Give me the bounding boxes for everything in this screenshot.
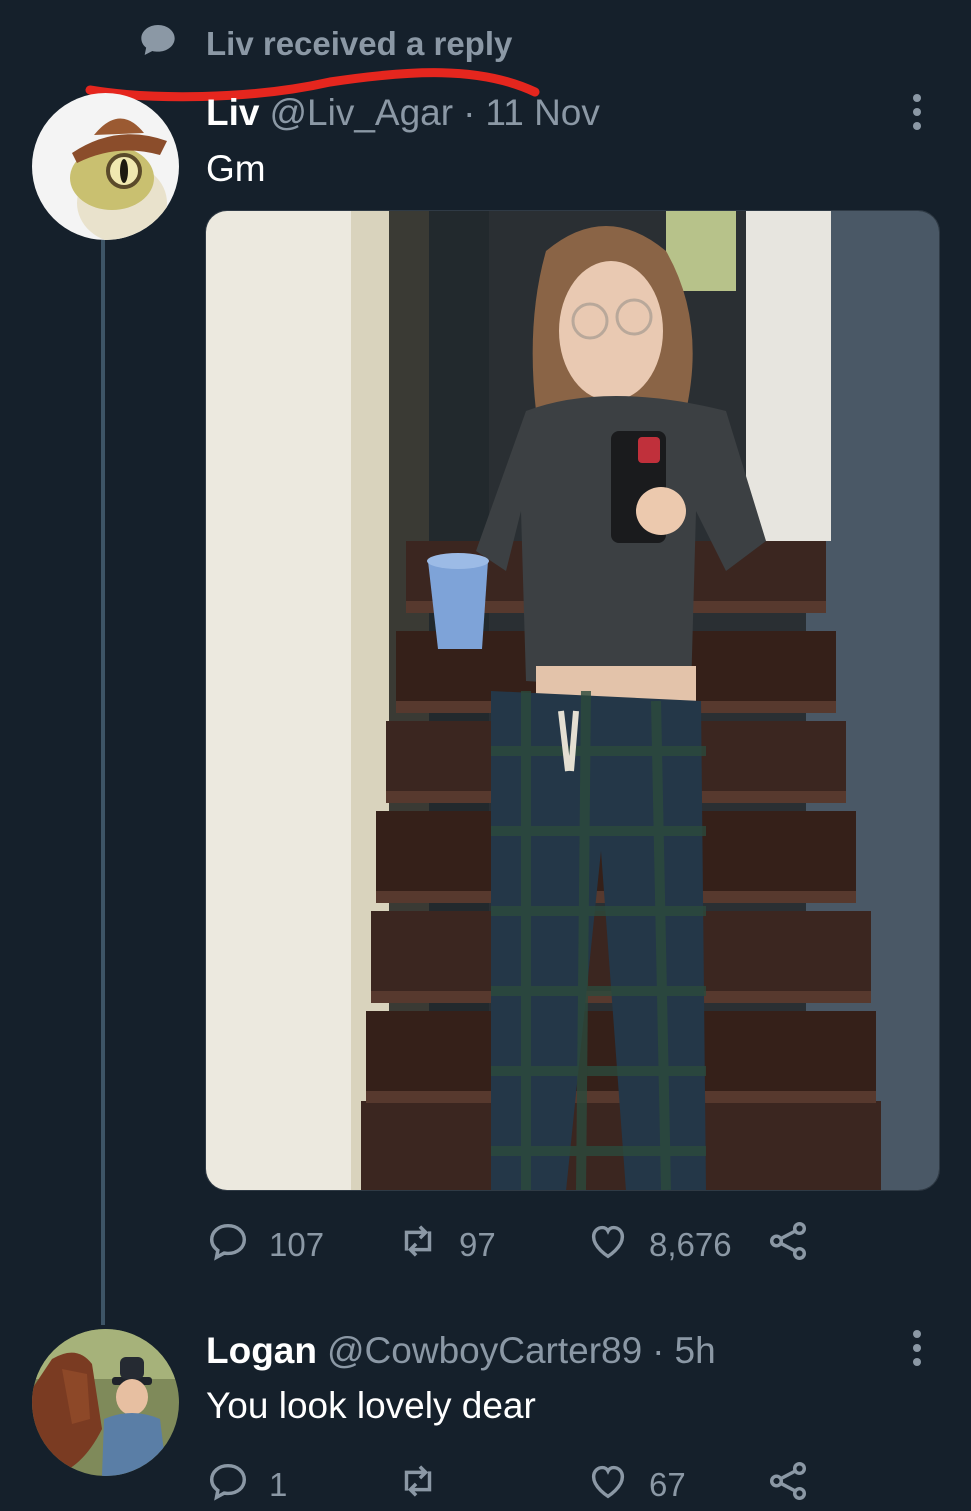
timeline: Liv received a reply Liv @Liv_Agar · 11 …	[0, 0, 971, 1511]
share-icon	[765, 1458, 811, 1511]
avatar-logan[interactable]	[32, 1329, 179, 1476]
reply-retweet-button[interactable]	[395, 1458, 585, 1511]
more-options-icon[interactable]	[902, 92, 932, 132]
reply-button[interactable]: 107	[205, 1218, 395, 1272]
like-count: 8,676	[649, 1226, 732, 1263]
reply-timestamp[interactable]: 5h	[675, 1330, 716, 1372]
avatar-liv[interactable]	[32, 93, 179, 240]
reply-reply-count: 1	[269, 1466, 288, 1503]
social-context-label: Liv received a reply	[206, 25, 513, 62]
share-button[interactable]	[765, 1218, 811, 1272]
reply-text: You look lovely dear	[206, 1385, 536, 1426]
tweet-timestamp[interactable]: 11 Nov	[485, 92, 600, 134]
heart-icon	[585, 1458, 631, 1511]
reply-author-name[interactable]: Logan	[206, 1330, 317, 1372]
reply-like-count: 67	[649, 1466, 686, 1503]
like-button[interactable]: 8,676	[585, 1218, 765, 1272]
thread-connector-line	[101, 240, 105, 1325]
tweet-action-bar: 107 97 8,676	[205, 1218, 811, 1272]
retweet-icon	[395, 1218, 441, 1272]
reply-header-separator: ·	[652, 1330, 665, 1371]
reply-header: Logan @CowboyCarter89 · 5h	[206, 1330, 716, 1372]
reply-more-options-icon[interactable]	[902, 1328, 932, 1368]
reply-share-button[interactable]	[765, 1458, 811, 1511]
reply-reply-button[interactable]: 1	[205, 1458, 395, 1511]
tweet-photo[interactable]	[205, 210, 940, 1191]
reply-author-handle[interactable]: @CowboyCarter89	[327, 1330, 642, 1372]
retweet-icon	[395, 1458, 441, 1511]
retweet-count: 97	[459, 1226, 496, 1263]
social-context[interactable]: Liv received a reply	[138, 20, 512, 68]
reply-like-button[interactable]: 67	[585, 1458, 765, 1511]
reply-count: 107	[269, 1226, 325, 1263]
reply-icon	[205, 1218, 251, 1272]
retweet-button[interactable]: 97	[395, 1218, 585, 1272]
share-icon	[765, 1218, 811, 1272]
tweet-header: Liv @Liv_Agar · 11 Nov	[206, 92, 600, 134]
author-name[interactable]: Liv	[206, 92, 259, 134]
reply-icon	[205, 1458, 251, 1511]
heart-icon	[585, 1218, 631, 1272]
speech-bubble-icon	[138, 20, 178, 68]
tweet-text: Gm	[206, 148, 266, 189]
header-separator: ·	[463, 92, 476, 133]
reply-action-bar: 1 67	[205, 1458, 811, 1511]
author-handle[interactable]: @Liv_Agar	[269, 92, 453, 134]
